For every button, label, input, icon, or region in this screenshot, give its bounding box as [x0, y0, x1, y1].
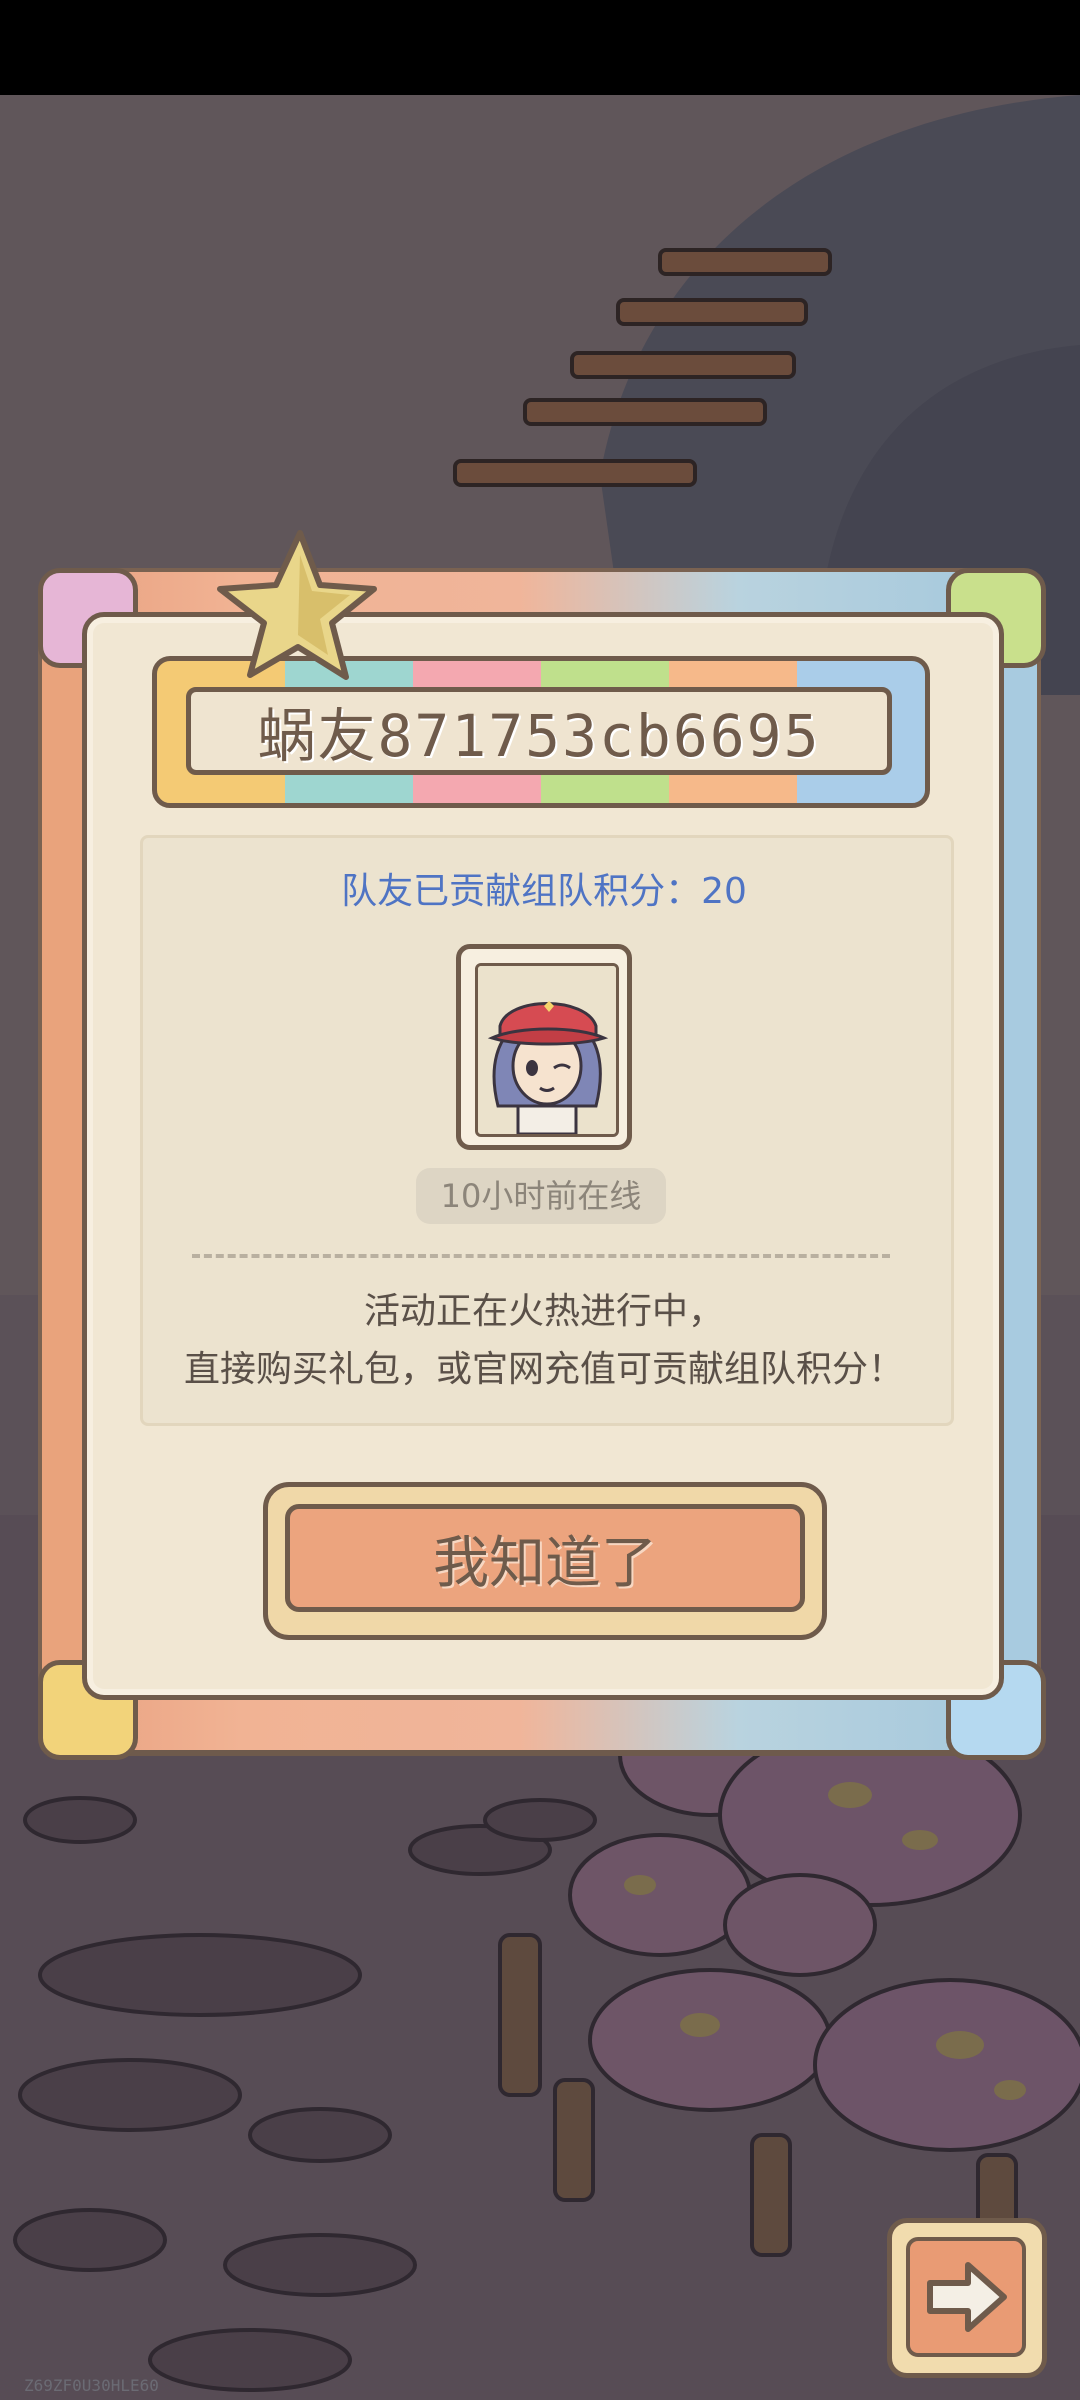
arrow-right-icon [927, 2262, 1007, 2332]
next-button-face [906, 2237, 1026, 2357]
contribution-score: 队友已贡献组队积分：20 [341, 871, 747, 912]
status-bar [0, 0, 1080, 95]
confirm-button[interactable]: 我知道了 [285, 1504, 805, 1612]
player-avatar [456, 944, 632, 1150]
device-id: Z69ZF0U30HLE60 [24, 2376, 159, 2395]
player-name-box: 蜗友871753cb6695 [186, 687, 892, 775]
event-message-line2: 直接购买礼包，或官网充值可贡献组队积分！ [183, 1349, 904, 1390]
divider [192, 1254, 890, 1258]
last-online-status: 10小时前在线 [416, 1168, 666, 1224]
next-button[interactable] [887, 2218, 1047, 2378]
event-message-line1: 活动正在火热进行中， [363, 1291, 724, 1332]
star-icon [217, 530, 377, 680]
player-name: 蜗友871753cb6695 [257, 702, 821, 770]
